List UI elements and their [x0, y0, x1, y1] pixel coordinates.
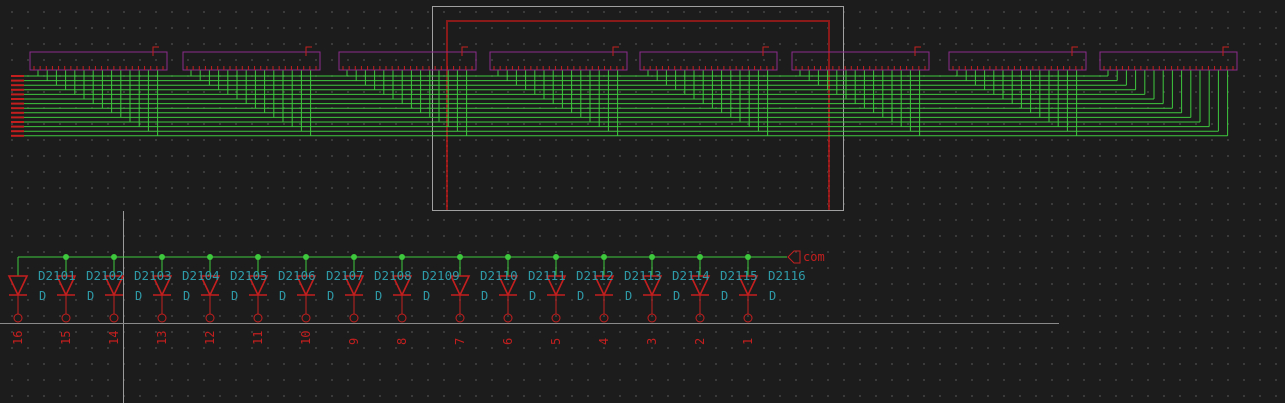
- diode-value[interactable]: D: [673, 289, 680, 303]
- diode-reference[interactable]: D2116: [768, 268, 806, 283]
- diode-value[interactable]: D: [625, 289, 632, 303]
- connector-block[interactable]: [948, 51, 1087, 71]
- pin-terminal[interactable]: [205, 313, 215, 323]
- diode-reference[interactable]: D2112: [576, 268, 614, 283]
- pin-terminal[interactable]: [695, 313, 705, 323]
- diode-reference[interactable]: D2115: [720, 268, 758, 283]
- pin-number[interactable]: 1: [741, 338, 755, 345]
- pin-terminal[interactable]: [599, 313, 609, 323]
- pin-number[interactable]: 6: [501, 338, 515, 345]
- pin-terminal[interactable]: [349, 313, 359, 323]
- diode-reference[interactable]: D2101: [38, 268, 76, 283]
- pin-terminal[interactable]: [551, 313, 561, 323]
- diode-reference[interactable]: D2103: [134, 268, 172, 283]
- pin-terminal[interactable]: [397, 313, 407, 323]
- pin-number[interactable]: 8: [395, 338, 409, 345]
- pin-terminal[interactable]: [13, 313, 23, 323]
- diode-value[interactable]: D: [231, 289, 238, 303]
- pin-terminal[interactable]: [503, 313, 513, 323]
- diode-reference[interactable]: D2102: [86, 268, 124, 283]
- diode-value[interactable]: D: [769, 289, 776, 303]
- pin-number[interactable]: 11: [251, 331, 265, 345]
- connector-block[interactable]: [29, 51, 168, 71]
- pin-number[interactable]: 7: [453, 338, 467, 345]
- diode-reference[interactable]: D2113: [624, 268, 662, 283]
- pin-terminal[interactable]: [253, 313, 263, 323]
- connector-block[interactable]: [1099, 51, 1238, 71]
- diode-value[interactable]: D: [423, 289, 430, 303]
- pin-terminal[interactable]: [455, 313, 465, 323]
- pin-terminal[interactable]: [743, 313, 753, 323]
- diode-value[interactable]: D: [135, 289, 142, 303]
- schematic-drawing[interactable]: comD2101D16D2102D15D2103D14D2104D13D2105…: [0, 0, 1285, 403]
- pin-terminal[interactable]: [647, 313, 657, 323]
- diode-value[interactable]: D: [481, 289, 488, 303]
- connector-block[interactable]: [338, 51, 477, 71]
- diode-value[interactable]: D: [529, 289, 536, 303]
- diode-reference[interactable]: D2108: [374, 268, 412, 283]
- connector-block[interactable]: [182, 51, 321, 71]
- diode-value[interactable]: D: [279, 289, 286, 303]
- pin-number[interactable]: 5: [549, 338, 563, 345]
- pin-number[interactable]: 9: [347, 338, 361, 345]
- diode-value[interactable]: D: [183, 289, 190, 303]
- pin-number[interactable]: 10: [299, 331, 313, 345]
- pin-number[interactable]: 3: [645, 338, 659, 345]
- pin-number[interactable]: 12: [203, 331, 217, 345]
- diode-reference[interactable]: D2105: [230, 268, 268, 283]
- diode-value[interactable]: D: [327, 289, 334, 303]
- diode-reference[interactable]: D2109: [422, 268, 460, 283]
- diode-value[interactable]: D: [577, 289, 584, 303]
- diode-value[interactable]: D: [87, 289, 94, 303]
- diode-value[interactable]: D: [721, 289, 728, 303]
- pin-terminal[interactable]: [109, 313, 119, 323]
- diode-value[interactable]: D: [375, 289, 382, 303]
- diode-symbol[interactable]: [7, 275, 29, 297]
- pin-number[interactable]: 14: [107, 331, 121, 345]
- schematic-canvas[interactable]: com D2101 D 16 D2102 D 15 D2103 D 14 D2104 D 13 D2105…: [0, 0, 1285, 403]
- global-label-arrow-icon[interactable]: [787, 250, 801, 264]
- diode-reference[interactable]: D2110: [480, 268, 518, 283]
- diode-value[interactable]: D: [39, 289, 46, 303]
- diode-reference[interactable]: D2107: [326, 268, 364, 283]
- diode-reference[interactable]: D2106: [278, 268, 316, 283]
- pin-number[interactable]: 16: [11, 331, 25, 345]
- pin-terminal[interactable]: [157, 313, 167, 323]
- connector-block[interactable]: [791, 51, 930, 71]
- pin-number[interactable]: 4: [597, 338, 611, 345]
- pin-number[interactable]: 13: [155, 331, 169, 345]
- diode-reference[interactable]: D2114: [672, 268, 710, 283]
- diode-reference[interactable]: D2104: [182, 268, 220, 283]
- pin-terminal[interactable]: [301, 313, 311, 323]
- pin-terminal[interactable]: [61, 313, 71, 323]
- pin-number[interactable]: 2: [693, 338, 707, 345]
- connector-block[interactable]: [639, 51, 778, 71]
- net-label-com[interactable]: com: [803, 250, 825, 264]
- sheet-frame-inner[interactable]: [446, 20, 830, 210]
- connector-block[interactable]: [489, 51, 628, 71]
- pin-number[interactable]: 15: [59, 331, 73, 345]
- diode-reference[interactable]: D2111: [528, 268, 566, 283]
